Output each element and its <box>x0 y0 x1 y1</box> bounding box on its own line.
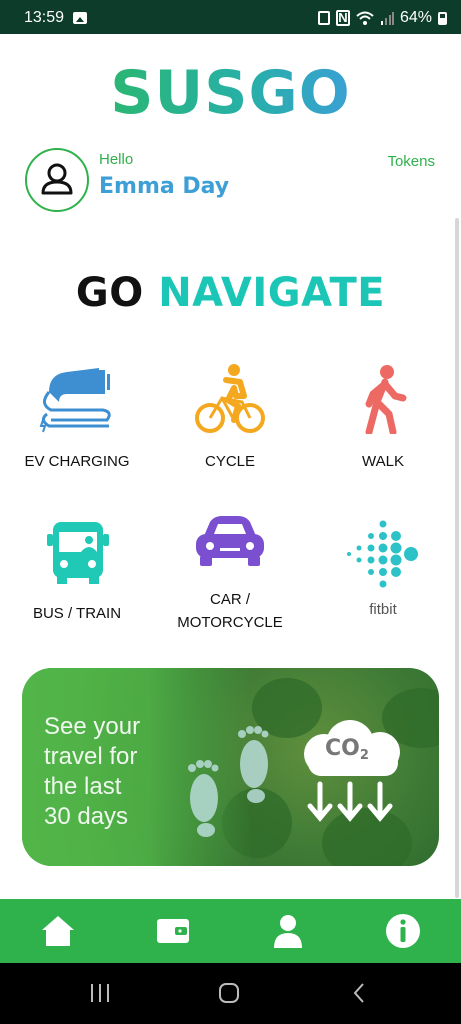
co2-label: CO2 <box>325 736 369 763</box>
banner-line: See your <box>44 713 141 740</box>
option-label: BUS / TRAIN <box>32 605 122 622</box>
banner-line: travel for <box>44 743 138 770</box>
heading-navigate: NAVIGATE <box>158 270 386 316</box>
option-label: EV CHARGING <box>24 453 130 470</box>
gallery-notification-icon <box>73 12 87 24</box>
option-label-line1: CAR / <box>209 591 250 608</box>
app-logo: SUSGO <box>110 58 351 128</box>
back-icon[interactable] <box>348 981 372 1005</box>
heading-go: GO <box>75 270 144 316</box>
system-nav-bar <box>0 963 461 1024</box>
home-icon[interactable] <box>40 913 76 949</box>
battery-percent: 64% <box>399 9 432 26</box>
option-car-motorcycle[interactable]: CAR / MOTORCYCLE <box>155 512 305 634</box>
status-time: 13:59 <box>24 9 65 26</box>
option-label: fitbit <box>369 601 397 618</box>
banner-caption: See your travel for the last 30 days <box>44 712 194 832</box>
option-label: CYCLE <box>204 453 256 470</box>
home-button-icon[interactable] <box>217 981 241 1005</box>
option-label: WALK <box>362 453 404 470</box>
status-icons: N 64% <box>317 9 447 27</box>
user-name: Emma Day <box>99 174 230 199</box>
status-bar: 13:59 N 64% <box>0 0 461 34</box>
bus-icon <box>47 522 109 584</box>
nfc-icon: N <box>335 10 350 26</box>
option-walk[interactable]: WALK <box>308 362 458 473</box>
page-heading: GO NAVIGATE <box>0 270 461 316</box>
option-label-line2: MOTORCYCLE <box>177 614 283 631</box>
travel-history-banner[interactable]: See your travel for the last 30 days CO2 <box>22 668 439 866</box>
car-icon <box>196 516 264 566</box>
profile-icon[interactable] <box>270 913 306 949</box>
info-icon[interactable] <box>385 913 421 949</box>
option-fitbit[interactable]: fitbit <box>308 518 458 621</box>
cyclist-icon <box>195 364 265 433</box>
ev-charging-icon <box>39 368 111 433</box>
bottom-nav <box>0 899 461 963</box>
avatar[interactable] <box>25 148 89 212</box>
wifi-icon <box>356 11 374 25</box>
signal-icon <box>380 12 394 25</box>
fitbit-logo-icon <box>347 520 418 588</box>
greeting: Hello <box>99 151 134 168</box>
option-bus-train[interactable]: BUS / TRAIN <box>2 518 152 625</box>
footprints-icon <box>188 726 269 837</box>
tokens-link[interactable]: Tokens <box>387 153 435 170</box>
wallet-icon[interactable] <box>155 913 191 949</box>
user-icon <box>41 163 73 195</box>
option-ev-charging[interactable]: EV CHARGING <box>2 362 152 473</box>
option-cycle[interactable]: CYCLE <box>155 362 305 473</box>
battery-icon <box>438 11 447 25</box>
walking-person-icon <box>365 365 407 434</box>
banner-line: the last <box>44 773 122 800</box>
banner-line: 30 days <box>44 803 129 830</box>
recent-apps-icon[interactable] <box>88 981 112 1005</box>
data-saver-icon <box>317 11 330 25</box>
